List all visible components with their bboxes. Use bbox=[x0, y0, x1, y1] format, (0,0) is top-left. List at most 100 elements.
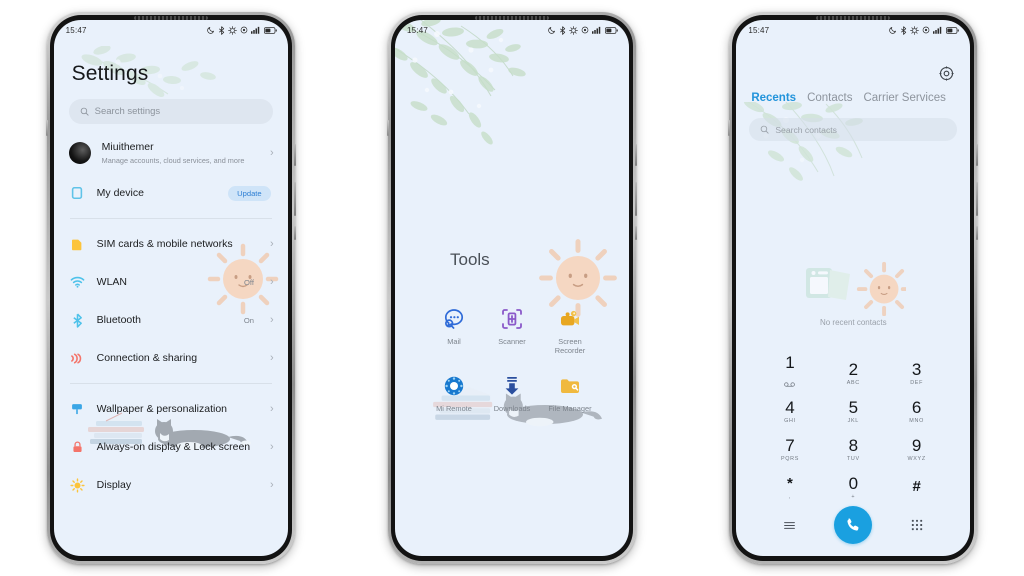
signal-bars-icon bbox=[250, 26, 259, 34]
key-number: 1 bbox=[785, 353, 795, 372]
phone2-left-button[interactable] bbox=[386, 120, 389, 136]
keypad-dots-icon[interactable] bbox=[885, 506, 948, 544]
menu-lines-icon[interactable] bbox=[758, 506, 821, 544]
connection-sharing-icon bbox=[69, 350, 86, 367]
phone1-left-button[interactable] bbox=[45, 120, 48, 136]
phone1-volume-down[interactable] bbox=[293, 182, 296, 216]
chevron-right-icon: › bbox=[269, 402, 274, 415]
phone2-power-button[interactable] bbox=[634, 226, 637, 240]
settings-row-my-device[interactable]: My device Update bbox=[54, 174, 288, 212]
phone3-volume-up[interactable] bbox=[976, 144, 979, 166]
dialpad-key-hash[interactable]: # bbox=[885, 468, 948, 506]
wifi-icon bbox=[69, 274, 86, 291]
phone3-left-button[interactable] bbox=[728, 120, 731, 136]
search-settings-input[interactable]: Search settings bbox=[68, 99, 273, 124]
key-number: 8 bbox=[848, 435, 859, 455]
settings-label: Always-on display & Lock screen bbox=[96, 440, 251, 453]
settings-row-account[interactable]: Miuithemer Manage accounts, cloud servic… bbox=[54, 132, 288, 174]
bluetooth-icon bbox=[560, 25, 566, 35]
phone3-screen: 15:47 Recents Contacts Carrier Services … bbox=[736, 20, 971, 556]
phone1-status-bar: 15:47 bbox=[54, 20, 288, 40]
sim-card-icon bbox=[69, 236, 86, 253]
app-label: Screen Recorder bbox=[554, 337, 586, 355]
call-button-wrap bbox=[822, 506, 885, 544]
phone2-volume-up[interactable] bbox=[634, 144, 637, 166]
battery-icon bbox=[263, 26, 277, 34]
dialpad-key-5[interactable]: 5 JKL bbox=[822, 392, 885, 430]
settings-row-wallpaper[interactable]: Wallpaper & personalization › bbox=[54, 390, 288, 428]
key-number: 4 bbox=[785, 397, 795, 417]
battery-icon bbox=[604, 26, 618, 34]
update-badge[interactable]: Update bbox=[228, 185, 271, 201]
dialpad-key-0[interactable]: 0 + bbox=[822, 468, 885, 506]
app-file-manager[interactable]: File Manager bbox=[541, 372, 599, 413]
dialpad-key-6[interactable]: 6 MNO bbox=[885, 392, 948, 430]
my-device-label: My device bbox=[96, 186, 144, 199]
phone3-earpiece-speaker bbox=[816, 16, 891, 20]
dialpad-key-star[interactable]: * , bbox=[758, 468, 821, 506]
phone1-power-button[interactable] bbox=[293, 226, 296, 240]
dialpad-key-4[interactable]: 4 GHI bbox=[758, 392, 821, 430]
dialpad-key-9[interactable]: 9 WXYZ bbox=[885, 430, 948, 468]
chevron-right-icon: › bbox=[269, 313, 274, 326]
empty-state-text: No recent contacts bbox=[819, 318, 887, 327]
bluetooth-icon bbox=[69, 312, 86, 329]
location-icon bbox=[240, 26, 247, 34]
key-letters: ABC bbox=[846, 379, 860, 386]
dialpad-key-7[interactable]: 7 PQRS bbox=[758, 430, 821, 468]
app-vitals-icon bbox=[569, 25, 578, 35]
scanner-icon bbox=[498, 305, 525, 332]
dialpad-key-8[interactable]: 8 TUV bbox=[822, 430, 885, 468]
phone3-power-button[interactable] bbox=[976, 226, 979, 240]
phone1-screen: 15:47 Settings Search settings Miuitheme… bbox=[53, 20, 288, 556]
dialpad-key-1[interactable]: 1 bbox=[758, 354, 821, 392]
settings-row-bluetooth[interactable]: Bluetooth On › bbox=[54, 301, 288, 339]
app-mi-remote[interactable]: Mi Remote bbox=[425, 372, 483, 413]
phone3-bezel: 15:47 Recents Contacts Carrier Services … bbox=[732, 15, 975, 561]
tab-carrier-services[interactable]: Carrier Services bbox=[863, 92, 945, 104]
key-letters: TUV bbox=[846, 455, 860, 462]
status-icon-group bbox=[889, 25, 960, 35]
settings-row-aod-lock-screen[interactable]: Always-on display & Lock screen › bbox=[54, 428, 288, 466]
phone2-bezel: 15:47 Tools Mail Scanner Screen Recorder… bbox=[390, 15, 633, 561]
key-number: 5 bbox=[848, 397, 859, 417]
file-manager-icon bbox=[556, 372, 583, 399]
app-screen-recorder[interactable]: Screen Recorder bbox=[541, 305, 599, 355]
app-mail[interactable]: Mail bbox=[425, 305, 483, 355]
key-number: 7 bbox=[785, 435, 795, 455]
settings-row-sim-cards[interactable]: SIM cards & mobile networks › bbox=[54, 225, 288, 263]
dialpad-key-3[interactable]: 3 DEF bbox=[885, 354, 948, 392]
search-icon bbox=[761, 125, 769, 134]
settings-label: Wallpaper & personalization bbox=[96, 402, 228, 415]
app-downloads[interactable]: Downloads bbox=[483, 372, 541, 413]
search-contacts-input[interactable]: Search contacts bbox=[749, 118, 958, 141]
settings-row-wlan[interactable]: WLAN Off › bbox=[54, 263, 288, 301]
key-letters: , bbox=[788, 493, 792, 500]
bluetooth-icon bbox=[901, 25, 907, 35]
key-number: 0 bbox=[848, 473, 859, 493]
tab-contacts[interactable]: Contacts bbox=[807, 92, 852, 104]
phone2-volume-down[interactable] bbox=[634, 182, 637, 216]
account-name: Miuithemer bbox=[101, 141, 154, 153]
dialpad-key-2[interactable]: 2 ABC bbox=[822, 354, 885, 392]
tools-app-grid: Mail Scanner Screen Recorder Mi Remote D… bbox=[395, 305, 629, 413]
signal-bars-icon bbox=[933, 26, 942, 34]
tab-recents[interactable]: Recents bbox=[751, 92, 796, 104]
phone1-volume-up[interactable] bbox=[293, 144, 296, 166]
gear-icon[interactable] bbox=[939, 66, 954, 86]
settings-row-display[interactable]: Display › bbox=[54, 466, 288, 504]
key-letters: WXYZ bbox=[907, 455, 926, 462]
search-settings-placeholder: Search settings bbox=[94, 106, 161, 117]
call-button[interactable] bbox=[834, 506, 873, 544]
settings-row-connection-sharing[interactable]: Connection & sharing › bbox=[54, 339, 288, 377]
key-letters: GHI bbox=[784, 417, 796, 424]
screen-recorder-icon bbox=[556, 305, 583, 332]
tools-folder-title: Tools bbox=[449, 250, 490, 269]
dnd-moon-icon bbox=[548, 26, 556, 34]
phone3-volume-down[interactable] bbox=[976, 182, 979, 216]
status-time: 15:47 bbox=[65, 25, 87, 35]
key-number: 6 bbox=[911, 397, 922, 417]
app-scanner[interactable]: Scanner bbox=[483, 305, 541, 355]
screenshot-stage: 15:47 Settings Search settings Miuitheme… bbox=[0, 0, 1024, 576]
key-number: 2 bbox=[848, 359, 859, 379]
